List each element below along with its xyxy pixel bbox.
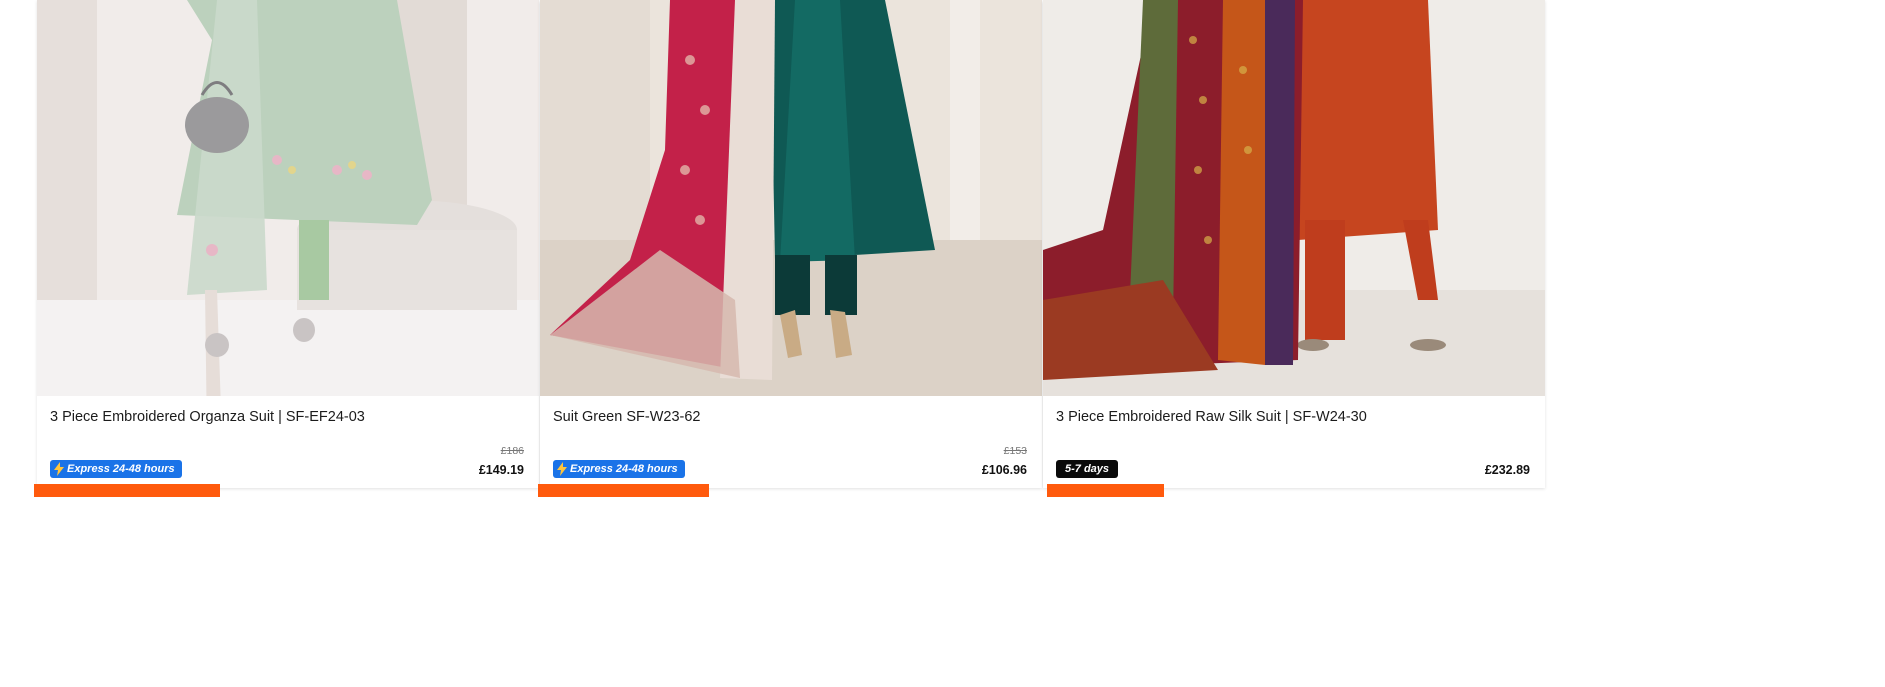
accent-bar-1 [34, 484, 220, 497]
product-image-2[interactable] [540, 0, 1042, 396]
product-title[interactable]: Suit Green SF-W23-62 [553, 409, 700, 425]
product-image-1[interactable] [37, 0, 539, 396]
delivery-badge-label: Express 24-48 hours [67, 463, 175, 475]
product-card-3[interactable]: 3 Piece Embroidered Raw Silk Suit | SF-W… [1043, 0, 1545, 488]
original-price: £153 [1003, 445, 1027, 457]
accent-bar-2 [538, 484, 709, 497]
delivery-badge-label: Express 24-48 hours [570, 463, 678, 475]
delivery-badge: Express 24-48 hours [50, 460, 182, 478]
sale-price: £106.96 [981, 463, 1027, 477]
lightning-bolt-icon [557, 462, 567, 476]
sale-price: £232.89 [1484, 463, 1530, 477]
original-price: £186 [500, 445, 524, 457]
lightning-bolt-icon [54, 462, 64, 476]
sale-price: £149.19 [478, 463, 524, 477]
delivery-badge-label: 5-7 days [1065, 463, 1110, 475]
product-title[interactable]: 3 Piece Embroidered Organza Suit | SF-EF… [50, 409, 365, 425]
delivery-badge: 5-7 days [1056, 460, 1119, 478]
product-image-3[interactable] [1043, 0, 1545, 396]
accent-bar-3 [1047, 484, 1164, 497]
delivery-badge: Express 24-48 hours [553, 460, 685, 478]
product-card-1[interactable]: 3 Piece Embroidered Organza Suit | SF-EF… [37, 0, 539, 488]
product-card-2[interactable]: Suit Green SF-W23-62 £153 £106.96 Expres… [540, 0, 1042, 488]
product-title[interactable]: 3 Piece Embroidered Raw Silk Suit | SF-W… [1056, 409, 1367, 425]
